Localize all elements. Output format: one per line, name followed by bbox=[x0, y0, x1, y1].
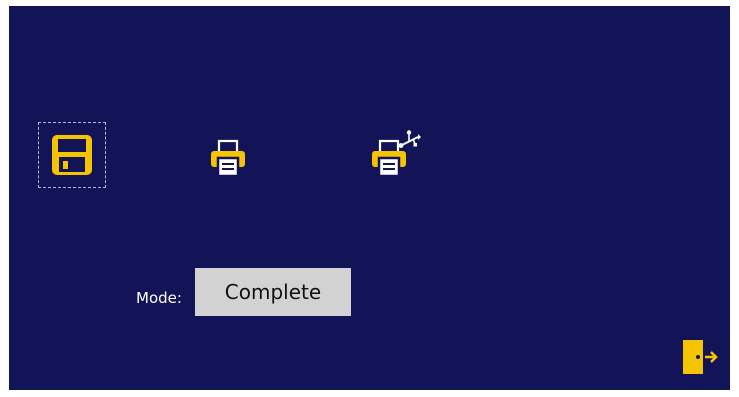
screen: Mode: Complete bbox=[9, 6, 730, 390]
save-button[interactable] bbox=[38, 122, 106, 188]
printer-icon bbox=[208, 138, 248, 178]
exit-button[interactable] bbox=[677, 336, 721, 378]
exit-door-icon bbox=[679, 337, 719, 377]
mode-label: Mode: bbox=[136, 289, 182, 307]
printer-usb-icon bbox=[371, 129, 421, 177]
print-usb-button[interactable] bbox=[364, 122, 428, 184]
print-button[interactable] bbox=[198, 130, 258, 186]
mode-selector[interactable]: Complete bbox=[195, 268, 351, 316]
floppy-disk-icon bbox=[49, 132, 95, 178]
